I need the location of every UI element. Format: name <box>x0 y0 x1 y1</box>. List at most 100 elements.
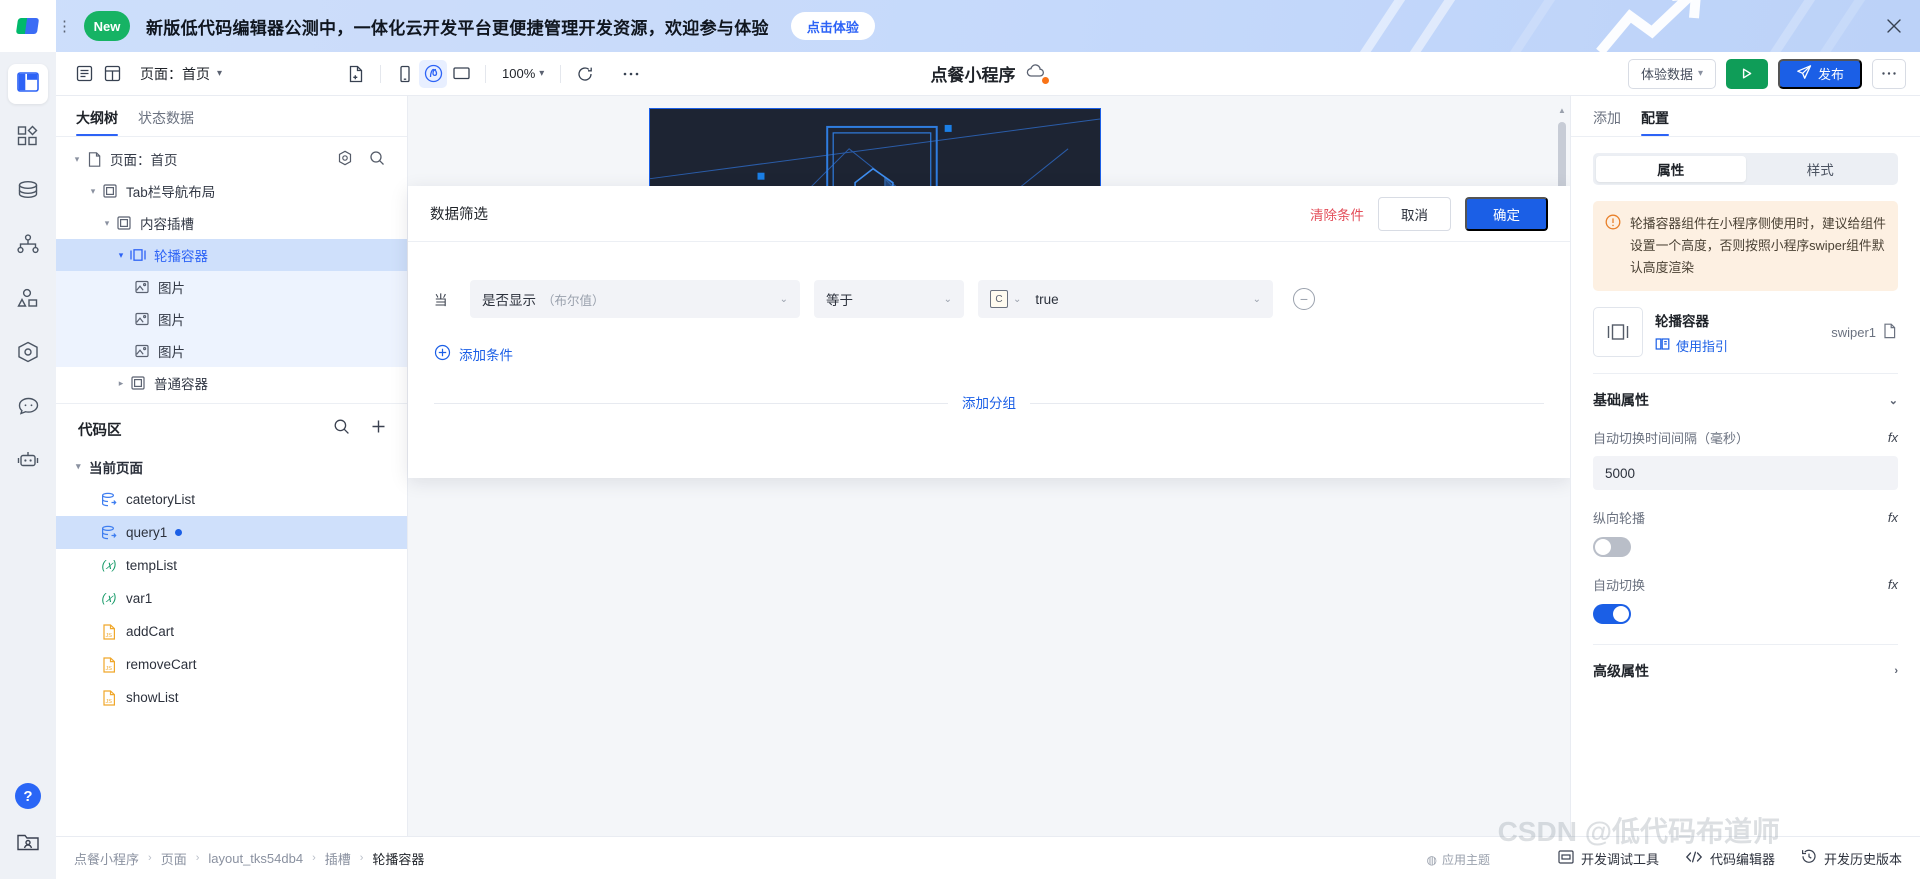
usage-guide-link[interactable]: 使用指引 <box>1655 336 1728 355</box>
tree-node-image-3[interactable]: 图片 <box>56 335 407 367</box>
tree-node-swiper-container[interactable]: ▾ 轮播容器 <box>56 239 407 271</box>
condition-field-select[interactable]: 是否显示 （布尔值） ⌄ <box>470 280 800 318</box>
history-button[interactable]: 开发历史版本 <box>1801 849 1902 868</box>
tab-config[interactable]: 配置 <box>1641 108 1669 136</box>
breadcrumb-item-2[interactable]: layout_tks54db4 <box>208 851 303 866</box>
code-item-removeCart[interactable]: JS removeCart <box>56 648 407 681</box>
chevron-right-icon[interactable]: ▸ <box>114 378 128 389</box>
js-file-icon: JS <box>98 689 120 706</box>
settings-gear-icon[interactable] <box>337 150 353 169</box>
chevron-down-icon[interactable]: ⌄ <box>1889 394 1898 407</box>
more-dots-icon[interactable] <box>617 60 645 88</box>
chevron-down-icon[interactable]: ▾ <box>70 154 84 165</box>
code-item-addCart[interactable]: JS addCart <box>56 615 407 648</box>
cancel-button[interactable]: 取消 <box>1378 196 1451 231</box>
desktop-preview-icon[interactable] <box>447 60 475 88</box>
zoom-selector[interactable]: 100% ▾ <box>496 66 550 81</box>
basic-properties-header[interactable]: 基础属性 ⌄ <box>1593 390 1898 410</box>
code-item-catetoryList[interactable]: catetoryList <box>56 483 407 516</box>
new-page-icon[interactable] <box>342 60 370 88</box>
rail-item-chat[interactable] <box>8 388 48 428</box>
tab-outline-tree[interactable]: 大纲树 <box>76 108 118 136</box>
mobile-preview-icon[interactable] <box>391 60 419 88</box>
chevron-down-icon[interactable]: ▾ <box>100 218 114 229</box>
minus-circle-icon[interactable]: − <box>1293 288 1315 310</box>
database-icon <box>17 179 39 206</box>
miniprogram-preview-icon[interactable] <box>419 59 448 88</box>
rail-item-assets[interactable] <box>8 280 48 320</box>
outline-panel-icon[interactable] <box>70 60 98 88</box>
chevron-down-icon[interactable]: ⌄ <box>1013 294 1021 305</box>
copy-icon[interactable] <box>1883 323 1898 342</box>
condition-operator-select[interactable]: 等于 ⌄ <box>814 280 964 318</box>
rail-item-flow[interactable] <box>8 226 48 266</box>
scrollbar-thumb[interactable] <box>1558 122 1566 194</box>
clear-conditions-link[interactable]: 清除条件 <box>1310 204 1364 224</box>
breadcrumb-item-0[interactable]: 点餐小程序 <box>74 849 139 868</box>
banner-drag-handle[interactable]: ⋮ <box>56 17 74 35</box>
tree-node-content-slot[interactable]: ▾ 内容插槽 <box>56 207 407 239</box>
code-item-showList[interactable]: JS showList <box>56 681 407 714</box>
tree-node-image-2[interactable]: 图片 <box>56 303 407 335</box>
code-editor-button[interactable]: 代码编辑器 <box>1685 849 1775 868</box>
devtools-icon <box>1558 849 1574 867</box>
scroll-up-icon[interactable]: ▲ <box>1558 106 1566 116</box>
chevron-down-icon[interactable]: ▾ <box>114 250 128 261</box>
search-icon[interactable] <box>369 150 385 169</box>
plus-circle-icon <box>434 344 451 364</box>
refresh-icon[interactable] <box>571 60 599 88</box>
rail-item-robot[interactable] <box>8 442 48 482</box>
tab-state-data[interactable]: 状态数据 <box>138 108 194 136</box>
prop-autoplay-toggle[interactable] <box>1593 604 1631 624</box>
tree-node-normal-container[interactable]: ▸ 普通容器 <box>56 367 407 399</box>
chevron-down-icon[interactable]: ▾ <box>86 186 100 197</box>
close-icon[interactable] <box>1884 16 1904 36</box>
segment-styles[interactable]: 样式 <box>1746 156 1896 182</box>
chevron-down-icon[interactable]: ▾ <box>76 461 89 472</box>
help-icon[interactable]: ? <box>15 783 41 809</box>
main-toolbar: 页面：首页 ▾ 100% ▾ 点餐小程序 体验数据 ▾ 发布 <box>56 52 1920 96</box>
js-file-icon: JS <box>98 656 120 673</box>
confirm-button[interactable]: 确定 <box>1465 196 1548 231</box>
add-condition-button[interactable]: 添加条件 <box>434 344 1544 364</box>
value-type-badge[interactable]: C <box>990 290 1008 308</box>
add-icon[interactable] <box>370 418 387 440</box>
condition-value-select[interactable]: C ⌄ true ⌄ <box>978 280 1273 318</box>
fx-icon[interactable]: fx <box>1888 577 1898 592</box>
experience-data-button[interactable]: 体验数据 ▾ <box>1627 58 1716 89</box>
rail-item-components[interactable] <box>8 118 48 158</box>
toolbar-more-button[interactable] <box>1872 58 1906 89</box>
segment-properties[interactable]: 属性 <box>1596 156 1746 182</box>
code-item-tempList[interactable]: (𝑥) tempList <box>56 549 407 582</box>
add-group-button[interactable]: 添加分组 <box>948 396 1030 411</box>
modified-dot-icon <box>175 529 183 536</box>
prop-vertical-toggle[interactable] <box>1593 537 1631 557</box>
breadcrumb-item-3[interactable]: 插槽 <box>325 849 351 868</box>
search-icon[interactable] <box>333 418 350 440</box>
chevron-right-icon[interactable]: › <box>1894 665 1898 677</box>
tab-add[interactable]: 添加 <box>1593 108 1621 136</box>
fx-icon[interactable]: fx <box>1888 510 1898 525</box>
page-selector[interactable]: 页面：首页 ▾ <box>140 64 222 84</box>
tree-node-page[interactable]: ▾ 页面：首页 <box>56 143 407 175</box>
prop-interval-input[interactable]: 5000 <box>1593 456 1898 490</box>
fx-icon[interactable]: fx <box>1888 430 1898 445</box>
publish-button[interactable]: 发布 <box>1777 58 1862 89</box>
rail-item-layout[interactable] <box>8 64 48 104</box>
breadcrumb-item-1[interactable]: 页面 <box>161 849 187 868</box>
devtools-button[interactable]: 开发调试工具 <box>1558 849 1659 868</box>
rail-item-settings[interactable] <box>8 334 48 374</box>
grid-panel-icon[interactable] <box>98 60 126 88</box>
tree-node-image-1[interactable]: 图片 <box>56 271 407 303</box>
account-folder-icon[interactable] <box>16 831 40 857</box>
run-play-icon[interactable] <box>1725 58 1768 89</box>
rail-item-database[interactable] <box>8 172 48 212</box>
banner-cta-button[interactable]: 点击体验 <box>790 12 875 40</box>
chevron-down-icon: ⌄ <box>1252 293 1261 305</box>
code-item-query1[interactable]: query1 <box>56 516 407 549</box>
tree-node-tabbar-layout[interactable]: ▾ Tab栏导航布局 <box>56 175 407 207</box>
advanced-properties-header[interactable]: 高级属性 › <box>1593 661 1898 681</box>
code-item-var1[interactable]: (𝑥) var1 <box>56 582 407 615</box>
prop-vertical-label: 纵向轮播 <box>1593 511 1646 526</box>
code-group-current-page[interactable]: ▾ 当前页面 <box>56 450 407 483</box>
